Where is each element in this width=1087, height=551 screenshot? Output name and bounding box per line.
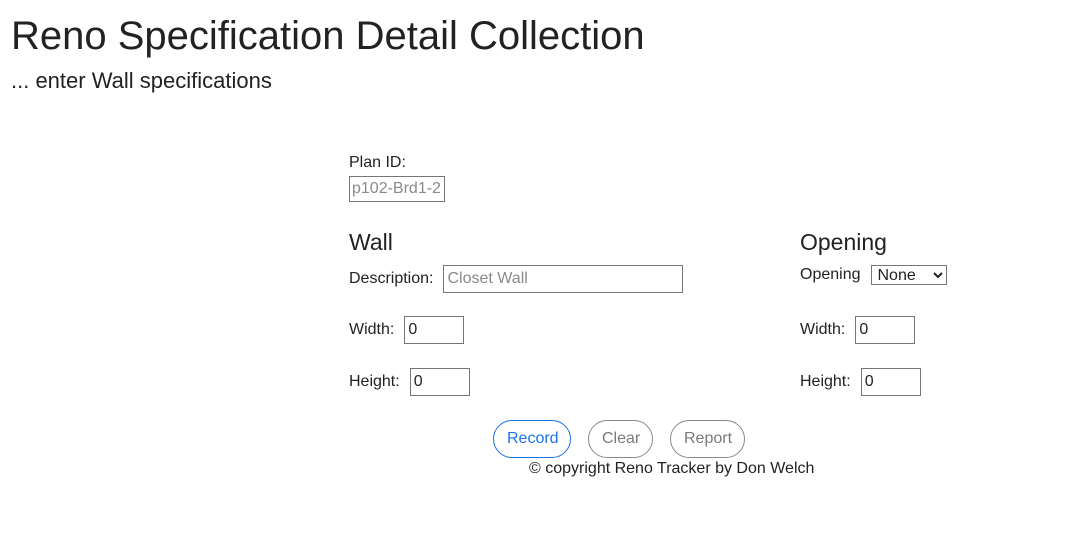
record-button[interactable]: Record [493,420,571,458]
opening-width-input[interactable] [855,316,916,344]
page-subtitle: ... enter Wall specifications [11,68,272,93]
opening-width-row: Width: [800,316,916,344]
wall-height-input[interactable] [409,368,470,396]
action-buttons: Record Clear Report [493,420,745,458]
wall-width-label: Width: [349,321,395,338]
wall-spec-form: Plan ID: Wall Opening Description: Width… [349,152,969,492]
wall-width-row: Width: [349,316,465,344]
plan-id-input[interactable] [349,176,445,202]
description-row: Description: [349,265,684,293]
opening-height-row: Height: [800,368,921,396]
page-title: Reno Specification Detail Collection [11,14,645,58]
opening-heading: Opening [800,229,887,255]
opening-type-label: Opening [800,266,861,283]
wall-width-input[interactable] [404,316,465,344]
wall-height-row: Height: [349,368,470,396]
plan-id-label: Plan ID: [349,154,406,171]
opening-width-label: Width: [800,321,846,338]
opening-height-label: Height: [800,373,851,390]
page: Reno Specification Detail Collection ...… [0,0,1087,551]
opening-height-input[interactable] [860,368,921,396]
wall-height-label: Height: [349,373,400,390]
report-button[interactable]: Report [670,420,745,458]
opening-type-select[interactable]: None [870,265,947,285]
copyright-footer: © copyright Reno Tracker by Don Welch [529,460,815,477]
clear-button[interactable]: Clear [588,420,653,458]
opening-type-row: Opening None [800,265,947,285]
description-label: Description: [349,270,434,287]
wall-heading: Wall [349,229,393,255]
description-input[interactable] [443,265,684,293]
